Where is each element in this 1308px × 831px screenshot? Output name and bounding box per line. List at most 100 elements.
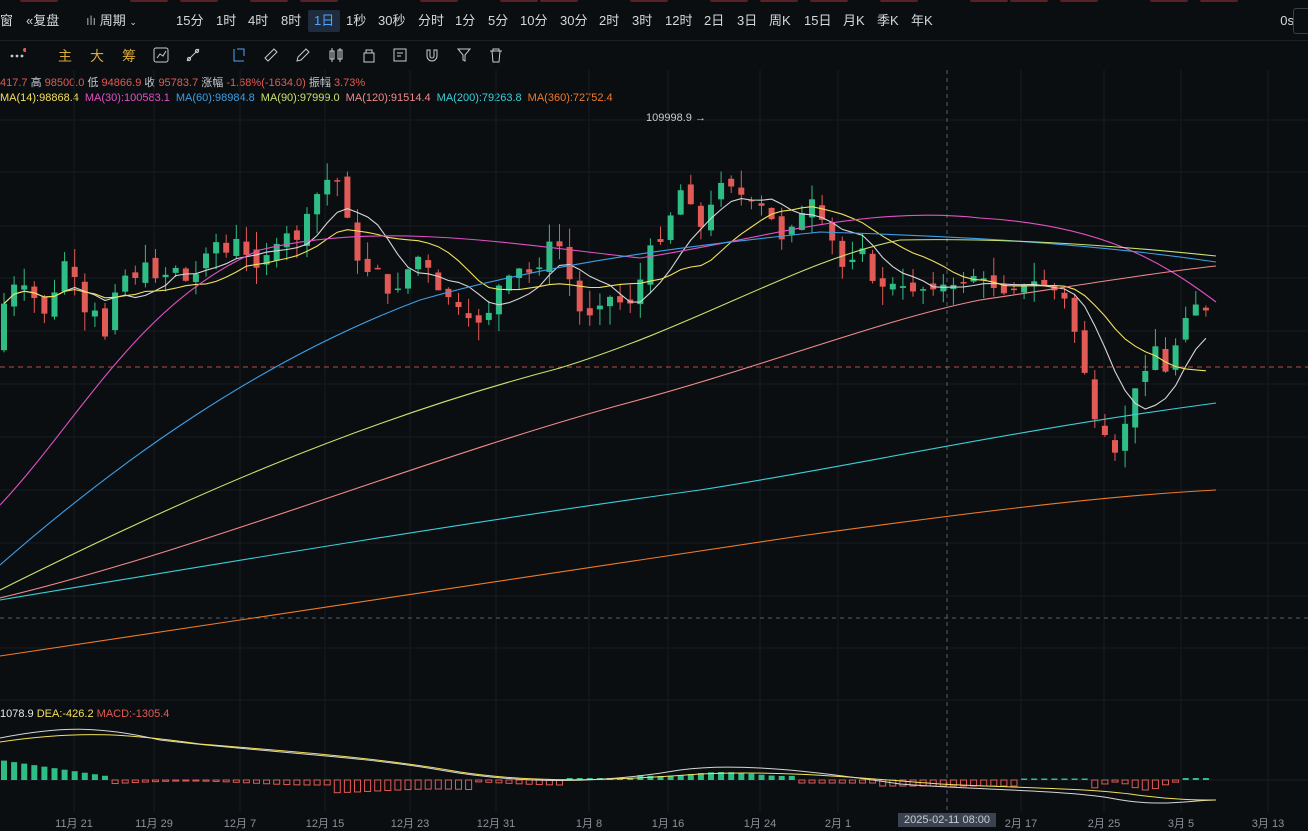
candle-down <box>1041 279 1048 286</box>
macd-bar <box>11 762 18 780</box>
macd-bar <box>758 774 765 780</box>
x-tick: 11月 29 <box>135 818 173 830</box>
macd-bar <box>232 779 240 783</box>
candle-up <box>61 261 68 292</box>
crosshair-date-label: 2025-02-11 08:00 <box>897 813 997 827</box>
macd-bar <box>21 763 28 780</box>
x-tick: 12月 31 <box>476 818 516 830</box>
macd-bar <box>1041 778 1048 780</box>
candle-down <box>344 176 351 218</box>
macd-bar <box>162 779 170 782</box>
candle-up <box>172 267 179 273</box>
candle-up <box>1182 317 1189 340</box>
macd-bar <box>313 779 321 786</box>
candle-down <box>758 203 765 206</box>
candle-up <box>647 245 654 285</box>
candle-up <box>849 259 856 263</box>
macd-bar <box>1162 779 1169 786</box>
candle-down <box>1112 440 1118 453</box>
macd-bar <box>1061 778 1068 780</box>
macd-bar <box>333 779 341 794</box>
candle-up <box>1132 388 1139 428</box>
candle-up <box>415 256 422 270</box>
candle-up <box>324 179 331 195</box>
candle-up <box>708 204 714 231</box>
macd-bar <box>141 779 149 783</box>
x-tick: 12月 15 <box>305 818 345 830</box>
macd-bar <box>444 779 452 790</box>
candle-up <box>899 286 906 288</box>
macd-bar <box>828 779 836 784</box>
macd-bar <box>515 779 523 785</box>
dea-value: DEA:-426.2 <box>36 708 94 720</box>
macd-bar <box>374 779 382 792</box>
candle-up <box>91 310 98 317</box>
macd-bar <box>293 779 301 786</box>
candle-up <box>405 269 411 289</box>
macd-bar <box>273 779 281 785</box>
candle-down <box>354 222 361 261</box>
candle-up <box>485 312 492 320</box>
x-tick: 3月 5 <box>1167 818 1195 830</box>
candle-down <box>425 260 432 268</box>
candle-down <box>223 242 230 253</box>
macd-bar <box>738 772 745 780</box>
candle-down <box>586 308 593 316</box>
macd-bar <box>475 779 483 783</box>
dif-line <box>0 728 1217 804</box>
macd-bar <box>394 779 402 791</box>
candle-down <box>697 205 704 227</box>
x-tick: 1月 8 <box>575 818 603 830</box>
candle-up <box>596 305 603 310</box>
candle-down <box>243 241 250 255</box>
candle-up <box>1122 423 1129 451</box>
macd-bar <box>61 769 68 780</box>
candle-down <box>435 272 442 291</box>
candle-down <box>71 266 78 278</box>
macd-bar <box>1071 778 1078 780</box>
candle-down <box>81 281 88 313</box>
candle-down <box>1101 425 1108 436</box>
x-tick: 12月 7 <box>223 818 257 830</box>
candle-up <box>889 283 896 290</box>
macd-bar <box>1010 779 1018 787</box>
x-tick: 2月 25 <box>1087 818 1121 830</box>
candle-down <box>364 258 371 272</box>
candle-down <box>1081 330 1088 373</box>
macd-bar <box>465 779 473 790</box>
candle-down <box>738 187 745 195</box>
x-tick: 2月 17 <box>1004 818 1038 830</box>
candle-down <box>576 280 583 312</box>
macd-bar <box>980 779 988 787</box>
ma-120-line <box>0 265 1217 599</box>
candle-down <box>132 272 139 278</box>
candle-down <box>293 230 300 240</box>
x-tick: 11月 21 <box>55 818 93 830</box>
macd-bar <box>51 768 58 780</box>
macd-bar <box>1182 778 1189 780</box>
macd-bar <box>1151 779 1159 790</box>
candle-down <box>1071 297 1078 332</box>
macd-bar <box>71 771 78 780</box>
candle-up <box>233 238 240 256</box>
x-tick: 3月 13 <box>1251 818 1285 830</box>
macd-bar <box>182 779 190 782</box>
candle-up <box>192 274 199 283</box>
macd-bar <box>121 779 129 784</box>
candle-down <box>41 296 48 314</box>
candle-up <box>536 267 543 269</box>
macd-bar <box>343 779 351 793</box>
candle-up <box>1152 346 1159 370</box>
macd-bar <box>41 766 48 780</box>
candle-down <box>617 296 624 303</box>
macd-bar <box>31 765 38 780</box>
candle-down <box>657 239 664 242</box>
candle-up <box>920 289 927 291</box>
candle-down <box>475 315 482 323</box>
macd-bar <box>102 775 108 780</box>
macd-bar <box>838 779 846 784</box>
macd-bar <box>939 779 947 787</box>
macd-bar <box>1000 779 1008 787</box>
macd-bar <box>808 779 816 784</box>
macd-bar <box>1081 778 1088 780</box>
